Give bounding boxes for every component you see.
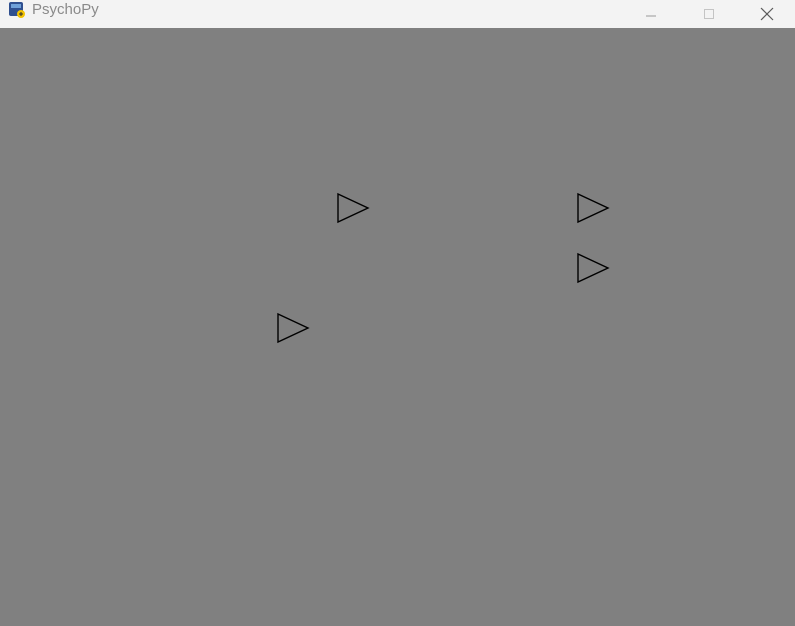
maximize-icon <box>704 9 714 19</box>
stimulus-canvas[interactable] <box>0 28 795 626</box>
title-bar[interactable]: PsychoPy <box>0 0 795 28</box>
right-arrow-triangle-3 <box>577 252 610 284</box>
close-icon <box>760 7 774 21</box>
right-arrow-triangle-1 <box>337 192 370 224</box>
maximize-button[interactable] <box>680 0 738 28</box>
minimize-icon <box>646 15 656 17</box>
window-title: PsychoPy <box>32 1 99 18</box>
close-button[interactable] <box>738 0 795 28</box>
right-arrow-triangle-4 <box>277 312 310 344</box>
minimize-button[interactable] <box>622 0 680 28</box>
right-arrow-triangle-2 <box>577 192 610 224</box>
psychopy-window: PsychoPy <box>0 0 795 626</box>
psychopy-app-icon <box>9 2 25 18</box>
